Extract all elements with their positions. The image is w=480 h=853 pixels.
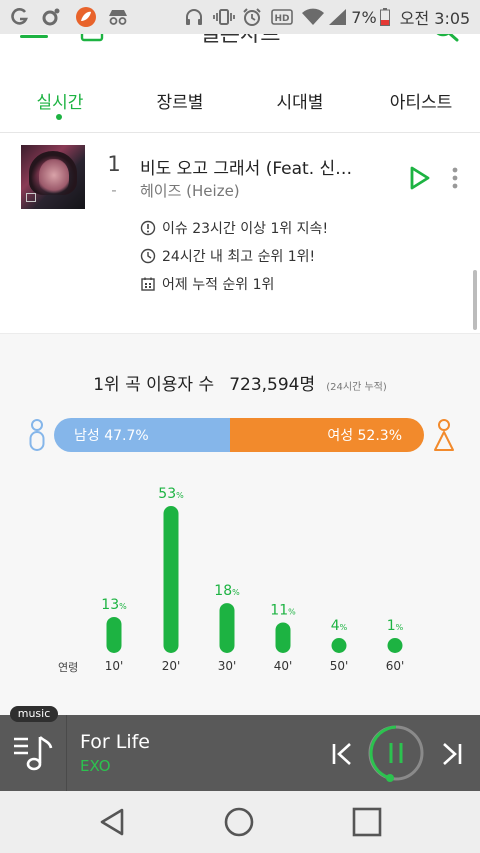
vibrate-icon xyxy=(212,0,236,34)
info-row-issue: 이슈 23시간 이상 1위 지속! xyxy=(140,217,328,239)
page-title: 멜론차트 xyxy=(199,34,281,47)
album-art[interactable] xyxy=(21,145,85,209)
scrollbar-thumb[interactable] xyxy=(473,270,477,330)
battery-percent: 7% xyxy=(351,7,377,27)
incognito-icon xyxy=(106,0,130,34)
age-bar-5 xyxy=(331,638,347,653)
age-bar-1 xyxy=(106,616,122,653)
age-axis-label: 연령 xyxy=(58,661,79,674)
recents-icon xyxy=(352,807,382,837)
alarm-icon xyxy=(240,0,264,34)
more-vertical-icon xyxy=(452,167,458,189)
prev-button[interactable] xyxy=(330,741,356,767)
age-category-label: 50' xyxy=(330,659,349,673)
pause-icon xyxy=(368,725,424,782)
info-text-cumulative: 어제 누적 순위 1위 xyxy=(162,277,275,293)
mini-player[interactable] xyxy=(0,715,480,791)
next-button[interactable] xyxy=(438,741,464,767)
age-bar-2 xyxy=(163,506,179,653)
age-category-label: 30' xyxy=(218,659,237,673)
o-app-icon xyxy=(40,0,62,34)
age-bar-value-label: 18% xyxy=(214,583,240,599)
leaf-app-icon xyxy=(74,0,98,34)
home-button[interactable] xyxy=(222,805,256,839)
age-category-label: 60' xyxy=(386,659,405,673)
users-note: (24시간 누적) xyxy=(326,382,387,393)
active-tab-indicator xyxy=(56,114,62,120)
female-ratio-segment: 여성 52.3% xyxy=(230,418,424,452)
more-options-button[interactable] xyxy=(446,165,464,191)
female-icon xyxy=(432,417,456,453)
hd-icon: HD xyxy=(270,0,294,34)
rank-change: - xyxy=(111,181,117,199)
users-summary: 1위 곡 이용자 수 723,594명 (24시간 누적) xyxy=(0,370,480,395)
signal-icon xyxy=(326,0,348,34)
male-icon xyxy=(28,417,46,453)
age-category-label: 40' xyxy=(274,659,293,673)
age-bar-value-label: 4% xyxy=(331,618,348,634)
tab-era[interactable]: 시대별 xyxy=(260,88,340,120)
male-ratio-segment: 남성 47.7% xyxy=(54,418,231,452)
age-bar-4 xyxy=(275,622,291,653)
recents-button[interactable] xyxy=(350,805,384,839)
home-icon xyxy=(224,807,254,837)
clock-icon xyxy=(140,248,156,264)
age-bar-value-label: 1% xyxy=(387,618,404,634)
song-artist[interactable]: 헤이즈 (Heize) xyxy=(140,180,240,201)
users-label: 1위 곡 이용자 수 xyxy=(93,375,215,395)
player-divider xyxy=(66,715,67,791)
age-category-label: 10' xyxy=(105,659,124,673)
back-icon xyxy=(100,808,124,836)
player-artist[interactable]: EXO xyxy=(80,757,111,775)
age-bar-value-label: 11% xyxy=(270,602,296,618)
g-app-icon xyxy=(8,0,30,34)
age-bar-value-label: 53% xyxy=(158,486,184,502)
rank-number: 1 xyxy=(107,152,121,176)
battery-icon xyxy=(378,0,392,34)
back-button[interactable] xyxy=(96,805,130,839)
age-category-label: 20' xyxy=(162,659,181,673)
pause-button[interactable] xyxy=(366,723,426,783)
tab-genre[interactable]: 장르별 xyxy=(140,88,220,120)
navigation-bar xyxy=(0,791,480,853)
age-bar-6 xyxy=(387,638,403,653)
app-header: 멜론차트 xyxy=(0,34,480,82)
age-bar-value-label: 13% xyxy=(101,597,127,613)
play-icon xyxy=(410,166,430,190)
age-distribution-chart: 13% 10' 53% 20' 18% 30' 11% 40' 4% 50' 1% 60' xyxy=(101,486,405,673)
info-text-peak: 24시간 내 최고 순위 1위! xyxy=(162,249,316,265)
tab-artist[interactable]: 아티스트 xyxy=(376,88,466,120)
gender-ratio-bar: 남성 47.7% 여성 52.3% xyxy=(54,418,424,452)
clock-time: 오전 3:05 xyxy=(399,9,471,28)
headset-icon xyxy=(182,0,206,34)
status-bar: HD 7% 오전 3:05 xyxy=(0,0,480,34)
wifi-icon xyxy=(300,0,326,34)
playlist-icon[interactable] xyxy=(12,733,54,775)
info-row-cumulative: 어제 누적 순위 1위 xyxy=(140,273,274,295)
search-icon[interactable] xyxy=(430,34,460,44)
play-button[interactable] xyxy=(406,163,434,193)
users-count: 723,594명 xyxy=(229,375,316,395)
chart-tabs: 실시간 장르별 시대별 아티스트 xyxy=(0,82,480,126)
music-badge: music xyxy=(10,706,58,722)
svg-text:HD: HD xyxy=(274,14,289,24)
song-title[interactable]: 비도 오고 그래서 (Feat. 신… xyxy=(140,154,382,179)
player-song-title[interactable]: For Life xyxy=(80,731,150,753)
tabs-divider xyxy=(0,132,480,133)
calendar-icon xyxy=(141,277,155,291)
issue-icon xyxy=(140,220,156,236)
skip-next-icon xyxy=(443,743,462,765)
info-row-peak: 24시간 내 최고 순위 1위! xyxy=(140,245,315,267)
age-bar-3 xyxy=(219,603,235,653)
info-text-issue: 이슈 23시간 이상 1위 지속! xyxy=(162,221,329,237)
skip-previous-icon xyxy=(332,743,351,765)
